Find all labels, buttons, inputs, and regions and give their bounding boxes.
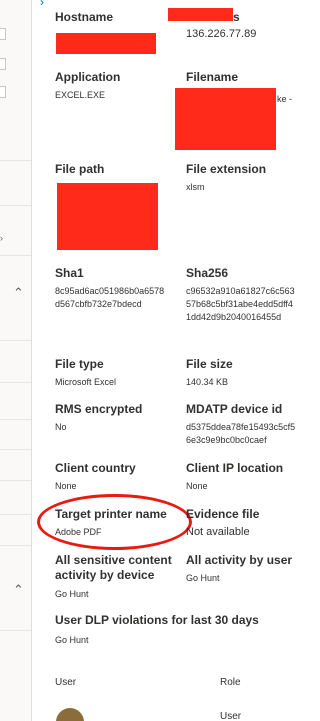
sha256-field: Sha256 c96532a910a61827c6c56357b68c5bf31…	[186, 266, 296, 324]
sensitive-activity-label-line1: All sensitive content	[55, 553, 172, 567]
divider	[0, 545, 31, 546]
role-column-header[interactable]: Role	[220, 677, 241, 688]
file-size-field: File size 140.34 KB	[186, 357, 233, 389]
alert-details-panel: › Hostname s 136.226.77.89 Application E…	[33, 0, 306, 721]
avatar	[56, 708, 84, 721]
client-country-label: Client country	[55, 461, 136, 475]
application-value: EXCEL.EXE	[55, 90, 106, 100]
mdatp-device-id-label: MDATP device id	[186, 402, 283, 416]
sha1-field: Sha1 8c95ad6ac051986b0a6578d567cbfb732e7…	[55, 266, 165, 311]
background-list-strip: › ⌃ ⌃	[0, 0, 32, 721]
hostname-field: Hostname	[55, 10, 113, 25]
user-column-header[interactable]: User	[55, 677, 76, 688]
file-extension-field: File extension xlsm	[186, 162, 266, 194]
file-extension-value: xlsm	[186, 182, 205, 192]
divider	[0, 205, 31, 206]
client-ip-location-label: Client IP location	[186, 461, 284, 475]
divider	[0, 514, 31, 515]
filename-value: ke -	[277, 94, 293, 104]
file-size-label: File size	[186, 357, 233, 371]
divider	[0, 449, 31, 450]
divider	[0, 255, 31, 256]
ip-address-value: 136.226.77.89	[186, 28, 257, 40]
go-hunt-user-link[interactable]: Go Hunt	[186, 572, 292, 585]
application-label: Application	[55, 70, 121, 84]
sha256-label: Sha256	[186, 266, 229, 280]
file-extension-label: File extension	[186, 162, 267, 176]
file-path-field: File path	[55, 162, 104, 177]
filename-field: Filename	[186, 70, 238, 85]
all-activity-by-user-field: All activity by user Go Hunt	[186, 553, 292, 585]
ip-address-field: 136.226.77.89	[186, 24, 256, 41]
redaction-block	[168, 8, 233, 21]
checkbox-edge[interactable]	[0, 28, 6, 40]
sha1-value: 8c95ad6ac051986b0a6578d567cbfb732e7bdecd	[55, 286, 165, 309]
chevron-right-icon[interactable]: ›	[40, 0, 44, 9]
evidence-file-label: Evidence file	[186, 507, 260, 521]
rms-encrypted-field: RMS encrypted No	[55, 402, 142, 434]
filename-label: Filename	[186, 70, 239, 84]
hostname-label: Hostname	[55, 10, 114, 24]
ip-label-suffix: s	[233, 10, 240, 24]
sha256-value: c96532a910a61827c6c56357b68c5bf31abe4edd…	[186, 286, 295, 322]
chevron-right-icon[interactable]: ›	[0, 233, 3, 243]
file-type-value: Microsoft Excel	[55, 377, 117, 387]
evidence-file-field: Evidence file Not available	[186, 507, 259, 539]
sensitive-activity-label-line2: activity by device	[55, 568, 155, 582]
file-path-label: File path	[55, 162, 105, 176]
rms-encrypted-value: No	[55, 422, 67, 432]
mdatp-device-id-field: MDATP device id d5375ddea78fe15493c5cf56…	[186, 402, 298, 447]
file-type-label: File type	[55, 357, 104, 371]
checkbox-edge[interactable]	[0, 58, 6, 70]
divider	[0, 480, 31, 481]
user-dlp-violations-field: User DLP violations for last 30 days Go …	[55, 613, 259, 647]
divider	[0, 630, 31, 631]
divider	[0, 382, 31, 383]
client-country-value: None	[55, 481, 77, 491]
mdatp-device-id-value: d5375ddea78fe15493c5cf56e3c9e9bc0bc0caef	[186, 422, 296, 445]
client-ip-location-field: Client IP location None	[186, 461, 283, 493]
role-cell: User	[220, 711, 242, 721]
chevron-up-icon[interactable]: ⌃	[13, 582, 24, 598]
redaction-block	[56, 33, 156, 54]
divider	[0, 160, 31, 161]
go-hunt-device-link[interactable]: Go Hunt	[55, 588, 172, 601]
divider	[0, 419, 31, 420]
rms-encrypted-label: RMS encrypted	[55, 402, 143, 416]
file-size-value: 140.34 KB	[186, 377, 229, 387]
all-activity-by-user-label: All activity by user	[186, 553, 293, 567]
annotation-circle	[37, 494, 192, 550]
evidence-file-value: Not available	[186, 526, 250, 538]
user-dlp-violations-label: User DLP violations for last 30 days	[55, 613, 259, 627]
chevron-up-icon[interactable]: ⌃	[13, 285, 24, 301]
client-country-field: Client country None	[55, 461, 136, 493]
redaction-block	[57, 183, 158, 250]
file-type-field: File type Microsoft Excel	[55, 357, 116, 389]
client-ip-location-value: None	[186, 481, 208, 491]
redaction-block	[175, 88, 276, 150]
divider	[0, 340, 31, 341]
go-hunt-dlp-link[interactable]: Go Hunt	[55, 634, 259, 647]
application-field: Application EXCEL.EXE	[55, 70, 120, 102]
checkbox-edge[interactable]	[0, 86, 6, 98]
sensitive-activity-by-device-field: All sensitive content activity by device…	[55, 553, 172, 601]
sha1-label: Sha1	[55, 266, 84, 280]
